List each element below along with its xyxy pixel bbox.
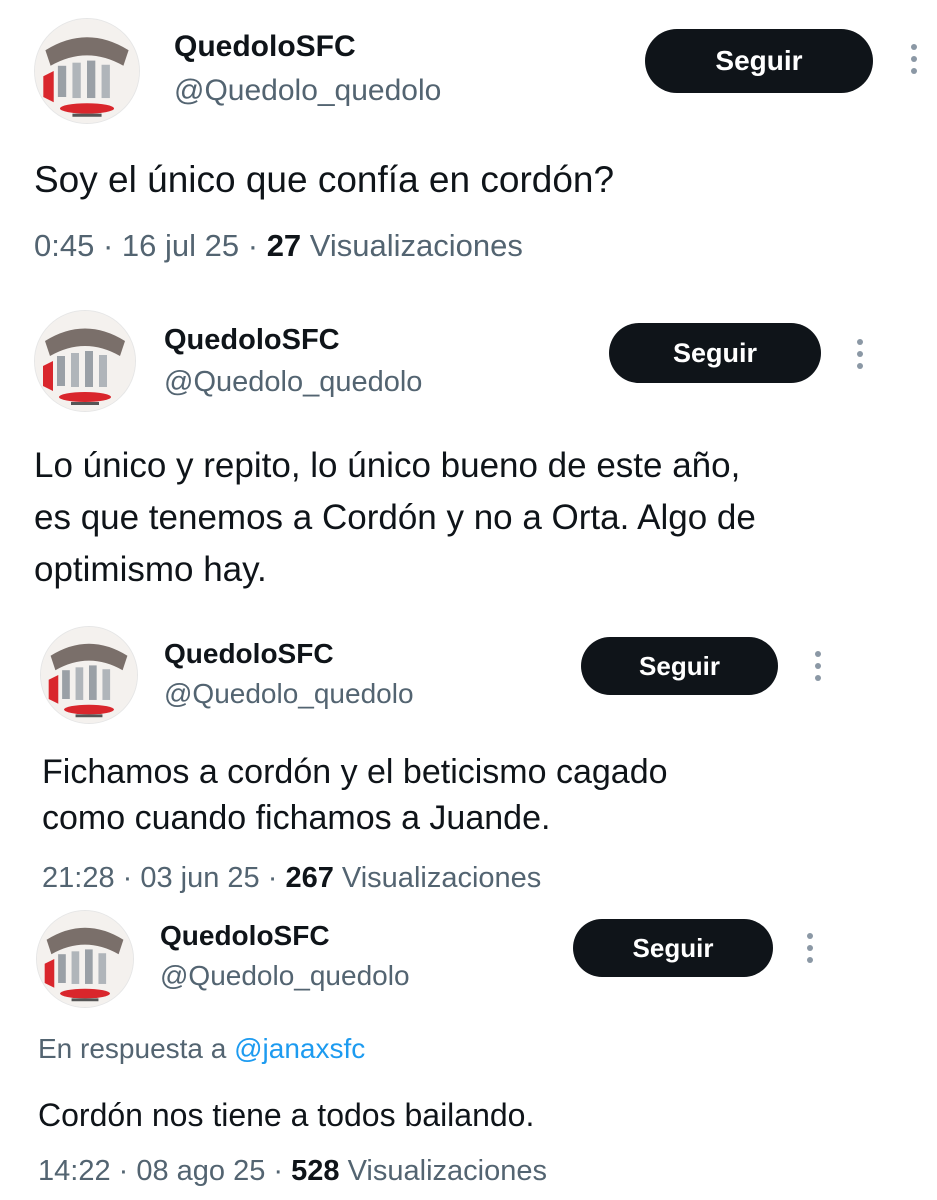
follow-button[interactable]: Seguir xyxy=(581,637,778,695)
club-badge-avatar-icon xyxy=(37,911,133,1007)
follow-button[interactable]: Seguir xyxy=(609,323,821,383)
display-name[interactable]: QuedoloSFC xyxy=(164,324,340,357)
tweet-date[interactable]: 16 jul 25 xyxy=(122,228,239,263)
tweet-meta: 14:22 · 08 ago 25 · 528 Visualizaciones xyxy=(38,1155,547,1187)
view-count: 528 xyxy=(291,1155,340,1187)
avatar[interactable] xyxy=(34,18,140,124)
tweet-time[interactable]: 0:45 xyxy=(34,228,94,263)
reply-context: En respuesta a @janaxsfc xyxy=(38,1033,365,1065)
view-count: 267 xyxy=(285,862,334,894)
follow-button[interactable]: Seguir xyxy=(645,29,873,93)
tweet-text: Lo único y repito, lo único bueno de est… xyxy=(34,446,756,589)
user-handle[interactable]: @Quedolo_quedolo xyxy=(160,960,410,992)
club-badge-avatar-icon xyxy=(41,627,137,723)
display-name[interactable]: QuedoloSFC xyxy=(174,30,356,64)
club-badge-avatar-icon xyxy=(35,19,139,123)
avatar[interactable] xyxy=(34,310,136,412)
display-name[interactable]: QuedoloSFC xyxy=(164,638,334,670)
follow-button[interactable]: Seguir xyxy=(573,919,773,977)
view-count: 27 xyxy=(266,228,302,263)
tweet-date[interactable]: 08 ago 25 xyxy=(136,1155,265,1187)
avatar[interactable] xyxy=(40,626,138,724)
user-handle[interactable]: @Quedolo_quedolo xyxy=(164,366,422,399)
more-vertical-icon[interactable] xyxy=(813,651,823,681)
more-vertical-icon[interactable] xyxy=(855,339,865,369)
reply-prefix: En respuesta a xyxy=(38,1033,227,1064)
tweet-meta: 0:45 · 16 jul 25 · 27 Visualizaciones xyxy=(34,228,523,263)
views-label: Visualizaciones xyxy=(347,1155,547,1187)
tweet-text: Cordón nos tiene a todos bailando. xyxy=(38,1097,535,1133)
club-badge-avatar-icon xyxy=(35,311,135,411)
more-vertical-icon[interactable] xyxy=(805,933,815,963)
views-label: Visualizaciones xyxy=(341,862,542,894)
display-name[interactable]: QuedoloSFC xyxy=(160,920,330,952)
tweet-time[interactable]: 21:28 xyxy=(42,862,115,894)
user-handle[interactable]: @Quedolo_quedolo xyxy=(174,74,441,108)
user-handle[interactable]: @Quedolo_quedolo xyxy=(164,678,414,710)
more-vertical-icon[interactable] xyxy=(909,44,919,74)
tweet-date[interactable]: 03 jun 25 xyxy=(140,862,259,894)
avatar[interactable] xyxy=(36,910,134,1008)
tweet-text: Soy el único que confía en cordón? xyxy=(34,159,615,200)
tweet-time[interactable]: 14:22 xyxy=(38,1155,111,1187)
views-label: Visualizaciones xyxy=(309,228,523,263)
reply-mention-link[interactable]: @janaxsfc xyxy=(234,1033,365,1064)
tweet-text: Fichamos a cordón y el beticismo cagado … xyxy=(42,753,668,837)
tweet-meta: 21:28 · 03 jun 25 · 267 Visualizaciones xyxy=(42,862,542,894)
